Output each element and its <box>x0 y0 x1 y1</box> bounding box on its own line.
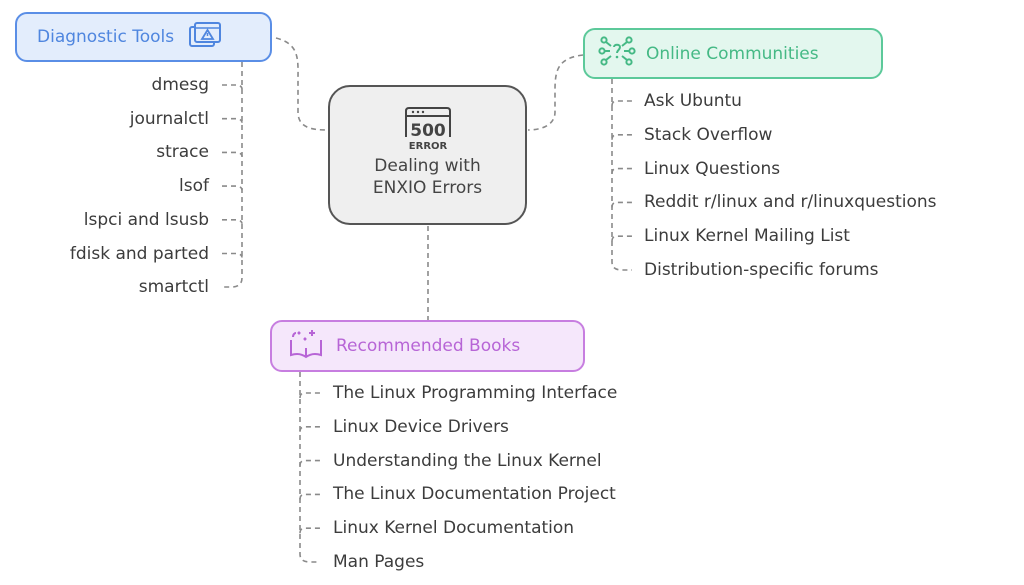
center-title-line2: ENXIO Errors <box>372 178 483 198</box>
online-communities-item[interactable]: Ask Ubuntu <box>644 91 742 111</box>
online-communities-branch-tick <box>611 235 632 242</box>
recommended-books-item[interactable]: The Linux Programming Interface <box>333 383 617 403</box>
node-diagnostic-tools[interactable]: Diagnostic Tools <box>15 12 272 62</box>
online-communities-branch-tick <box>611 134 632 140</box>
connector-communities-trunk <box>611 79 632 271</box>
node-center-topic[interactable]: 500 ERROR Dealing with ENXIO Errors <box>328 85 527 225</box>
open-book-icon <box>288 328 324 365</box>
diagnostic-tools-branch-tick <box>222 219 243 224</box>
diagnostic-tools-item[interactable]: lsof <box>179 176 209 196</box>
diagnostic-tools-branch-tick <box>222 84 243 90</box>
diagnostic-tools-item[interactable]: smartctl <box>139 277 209 297</box>
recommended-books-branch-tick <box>299 392 320 399</box>
diagnostic-tools-item[interactable]: lspci and lsusb <box>84 210 209 230</box>
node-diagnostic-tools-label: Diagnostic Tools <box>37 27 175 47</box>
node-recommended-books[interactable]: Recommended Books <box>270 320 585 372</box>
recommended-books-item[interactable]: Man Pages <box>333 552 424 572</box>
recommended-books-item[interactable]: Linux Kernel Documentation <box>333 518 574 538</box>
online-communities-branch-tick <box>611 100 632 107</box>
recommended-books-item[interactable]: Understanding the Linux Kernel <box>333 451 602 471</box>
recommended-books-item[interactable]: The Linux Documentation Project <box>333 484 616 504</box>
diagnostic-tools-branch-tick <box>222 117 243 123</box>
online-communities-branch-tick <box>611 201 632 208</box>
node-online-communities[interactable]: Online Communities <box>583 28 883 79</box>
window-warning-icon <box>188 21 222 53</box>
online-communities-item[interactable]: Reddit r/linux and r/linuxquestions <box>644 192 937 212</box>
recommended-books-branch-tick <box>299 527 320 534</box>
node-recommended-books-label: Recommended Books <box>336 336 521 356</box>
recommended-books-item[interactable]: Linux Device Drivers <box>333 417 509 437</box>
connector-center-communities <box>527 54 584 131</box>
connector-center-diagnostic <box>275 37 329 131</box>
diagnostic-tools-branch-tick <box>222 185 243 191</box>
500-error-icon: 500 ERROR <box>403 107 453 155</box>
online-communities-item[interactable]: Linux Kernel Mailing List <box>644 226 850 246</box>
recommended-books-branch-tick <box>299 459 320 466</box>
diagnostic-tools-branch-tick <box>222 151 243 157</box>
center-title-line1: Dealing with <box>374 156 481 176</box>
connector-books-trunk <box>299 372 320 563</box>
500-error-number: 500 <box>410 121 446 141</box>
online-communities-item[interactable]: Distribution-specific forums <box>644 260 879 280</box>
recommended-books-branch-tick <box>299 493 320 500</box>
recommended-books-branch-tick <box>299 426 320 432</box>
diagnostic-tools-item[interactable]: strace <box>156 142 209 162</box>
online-communities-item[interactable]: Linux Questions <box>644 159 780 179</box>
online-communities-branch-tick <box>611 167 632 174</box>
diagnostic-tools-item[interactable]: fdisk and parted <box>70 244 209 264</box>
online-communities-item[interactable]: Stack Overflow <box>644 125 772 145</box>
diagnostic-tools-item[interactable]: journalctl <box>130 109 209 129</box>
diagnostic-tools-branch-tick <box>222 252 243 258</box>
network-nodes-icon <box>598 35 636 72</box>
500-error-label: ERROR <box>408 141 447 151</box>
diagnostic-tools-item[interactable]: dmesg <box>152 75 209 95</box>
node-online-communities-label: Online Communities <box>646 43 819 64</box>
